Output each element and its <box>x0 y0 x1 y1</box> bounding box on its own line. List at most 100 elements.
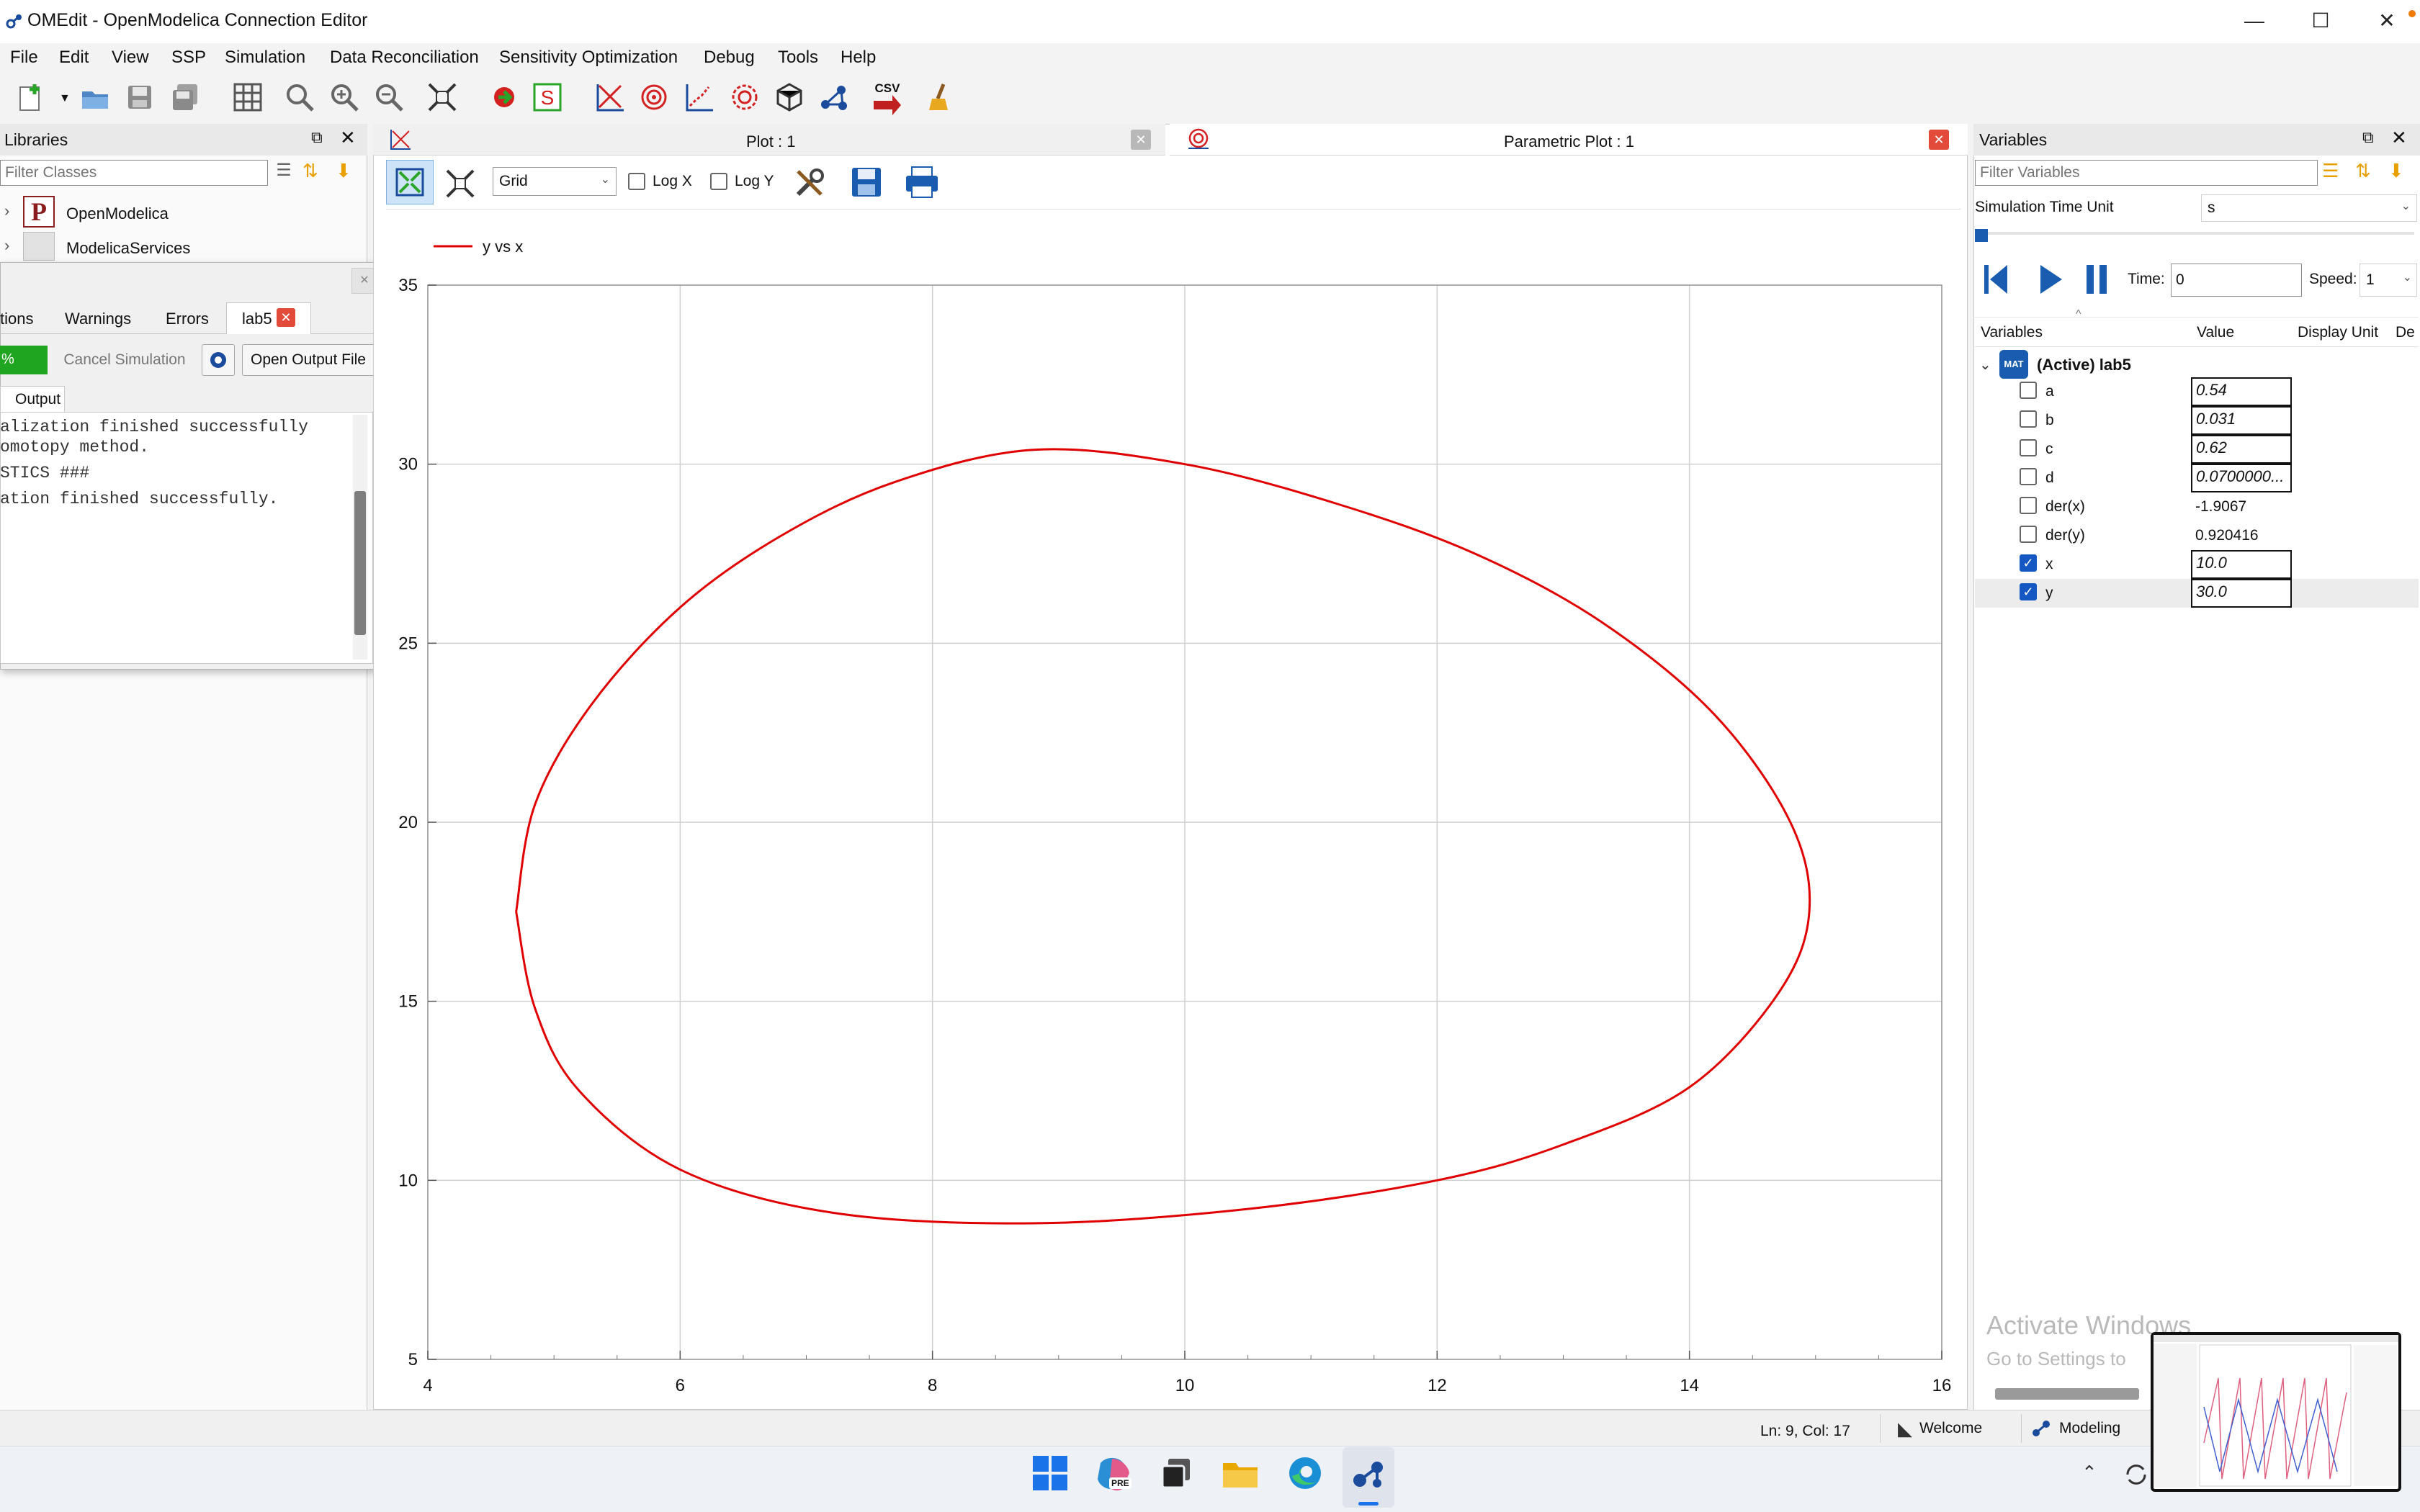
open-output-file-button[interactable]: Open Output File <box>242 344 375 376</box>
array-plot-icon[interactable] <box>680 78 717 117</box>
taskbar-thumbnail-preview[interactable] <box>2151 1332 2401 1492</box>
active-model-label[interactable]: (Active) lab5 <box>2037 356 2131 374</box>
system-tray-chevron-icon[interactable]: ⌃ <box>2081 1462 2097 1484</box>
maximize-button[interactable]: ☐ <box>2287 0 2354 43</box>
setup-tools-icon[interactable] <box>792 166 827 200</box>
cancel-simulation-button[interactable]: Cancel Simulation <box>56 346 193 374</box>
close-window-button[interactable]: ✕ <box>2354 0 2420 43</box>
log-y-checkbox[interactable] <box>710 173 727 190</box>
zoom-icon[interactable] <box>281 78 318 117</box>
print-icon[interactable] <box>903 164 941 200</box>
horizontal-scrollbar-thumb[interactable] <box>1995 1388 2139 1400</box>
variable-value[interactable]: 30.0 <box>2191 579 2292 608</box>
filter-classes-input[interactable] <box>0 160 268 186</box>
array-parametric-plot-icon[interactable] <box>726 78 763 117</box>
library-item-openmodelica[interactable]: OpenModelica <box>66 204 169 223</box>
save-icon[interactable] <box>121 78 158 117</box>
menu-simulation[interactable]: Simulation <box>225 48 305 68</box>
open-folder-icon[interactable] <box>76 78 114 117</box>
column-description[interactable]: De <box>2396 324 2415 341</box>
column-variables[interactable]: Variables <box>1981 324 2043 341</box>
variable-checkbox[interactable]: ✓ <box>2020 583 2037 600</box>
rewind-button[interactable] <box>1979 258 2012 301</box>
variable-value[interactable]: 0.62 <box>2191 435 2292 464</box>
export-save-icon[interactable] <box>848 164 884 200</box>
tab-notifications[interactable]: tions <box>0 310 33 328</box>
save-all-icon[interactable] <box>167 78 205 117</box>
time-slider-handle[interactable] <box>1975 229 1988 242</box>
filter-variables-input[interactable] <box>1975 160 2318 186</box>
filter-options-icon[interactable]: ☰ <box>2322 160 2345 186</box>
time-unit-select[interactable]: s ⌄ <box>2201 194 2417 222</box>
check-model-icon[interactable] <box>485 78 523 117</box>
time-slider-track[interactable] <box>1975 232 2414 235</box>
expand-arrow-icon[interactable]: › <box>4 202 9 220</box>
zoom-out-icon[interactable] <box>370 78 408 117</box>
clear-broom-icon[interactable] <box>922 78 959 117</box>
close-plot-1-icon[interactable]: ✕ <box>1131 130 1151 150</box>
output-subtab[interactable]: Output <box>0 386 65 412</box>
variable-checkbox[interactable] <box>2020 410 2037 428</box>
float-panel-icon[interactable]: ⧉ <box>311 128 323 147</box>
menu-data-reconciliation[interactable]: Data Reconciliation <box>330 48 479 68</box>
collapse-arrow-icon[interactable]: ⌄ <box>1979 356 1991 374</box>
windows-start-icon[interactable] <box>1030 1453 1070 1493</box>
diagram-3d-icon[interactable] <box>771 78 808 117</box>
variable-checkbox[interactable]: ✓ <box>2020 554 2037 572</box>
grid-select[interactable]: Grid ⌄ <box>493 167 617 196</box>
export-csv-icon[interactable]: CSV <box>869 78 906 117</box>
fit-in-view-button[interactable] <box>441 164 480 203</box>
zoom-in-icon[interactable] <box>326 78 363 117</box>
fit-to-window-icon[interactable] <box>424 78 461 117</box>
modeling-perspective-button[interactable]: Modeling <box>2021 1414 2165 1443</box>
output-scrollbar-thumb[interactable] <box>354 491 366 635</box>
menu-view[interactable]: View <box>112 48 149 68</box>
play-button[interactable] <box>2034 258 2067 301</box>
variable-checkbox[interactable] <box>2020 497 2037 514</box>
transformations-browser-icon[interactable] <box>202 344 235 376</box>
welcome-perspective-button[interactable]: ◣ Welcome <box>1880 1414 2021 1443</box>
variable-checkbox[interactable] <box>2020 468 2037 485</box>
copilot-icon[interactable]: PRE <box>1093 1453 1134 1493</box>
library-item-modelicaservices[interactable]: ModelicaServices <box>66 239 190 258</box>
parametric-plot-chart[interactable]: 4 6 8 10 12 14 16 5 10 15 20 25 30 35 y vs x <box>373 213 1966 1410</box>
minimize-button[interactable]: — <box>2221 0 2287 43</box>
expand-all-icon[interactable]: ⇅ <box>2355 160 2377 186</box>
time-input[interactable]: 0 <box>2171 264 2302 297</box>
collapse-all-icon[interactable]: ⬇ <box>336 160 357 186</box>
menu-ssp[interactable]: SSP <box>171 48 206 68</box>
omedit-taskbar-button[interactable] <box>1343 1447 1394 1508</box>
tab-warnings[interactable]: Warnings <box>65 310 131 328</box>
speed-select[interactable]: 1 ⌄ <box>2360 264 2417 297</box>
column-value[interactable]: Value <box>2197 324 2234 341</box>
new-dropdown-icon[interactable]: ▼ <box>59 92 71 105</box>
variable-value[interactable]: 0.031 <box>2191 406 2292 435</box>
column-display-unit[interactable]: Display Unit <box>2298 324 2378 341</box>
network-icon[interactable] <box>815 78 853 117</box>
tab-errors[interactable]: Errors <box>166 310 209 328</box>
variable-checkbox[interactable] <box>2020 526 2037 543</box>
menu-tools[interactable]: Tools <box>778 48 818 68</box>
log-x-checkbox[interactable] <box>628 173 645 190</box>
variable-value[interactable]: 0.54 <box>2191 377 2292 406</box>
task-view-icon[interactable] <box>1157 1453 1197 1493</box>
edge-browser-icon[interactable] <box>1285 1453 1325 1493</box>
plot-icon[interactable] <box>591 78 628 117</box>
new-class-icon[interactable] <box>13 78 50 117</box>
close-tab-icon[interactable]: ✕ <box>277 308 295 327</box>
expand-arrow-icon[interactable]: › <box>4 236 9 255</box>
file-explorer-icon[interactable] <box>1220 1453 1260 1493</box>
menu-edit[interactable]: Edit <box>59 48 89 68</box>
expand-all-icon[interactable]: ⇅ <box>302 160 324 186</box>
auto-scale-button[interactable] <box>386 160 434 204</box>
close-libraries-icon[interactable]: ✕ <box>340 127 356 149</box>
simulate-icon[interactable]: S <box>529 78 566 117</box>
variable-value[interactable]: 10.0 <box>2191 550 2292 579</box>
sync-icon[interactable] <box>2122 1460 2151 1489</box>
close-variables-icon[interactable]: ✕ <box>2391 127 2407 149</box>
collapse-all-icon[interactable]: ⬇ <box>2388 160 2410 186</box>
parametric-plot-icon[interactable] <box>635 78 673 117</box>
menu-debug[interactable]: Debug <box>704 48 755 68</box>
filter-options-icon[interactable]: ☰ <box>271 160 297 186</box>
grid-icon[interactable] <box>229 78 266 117</box>
